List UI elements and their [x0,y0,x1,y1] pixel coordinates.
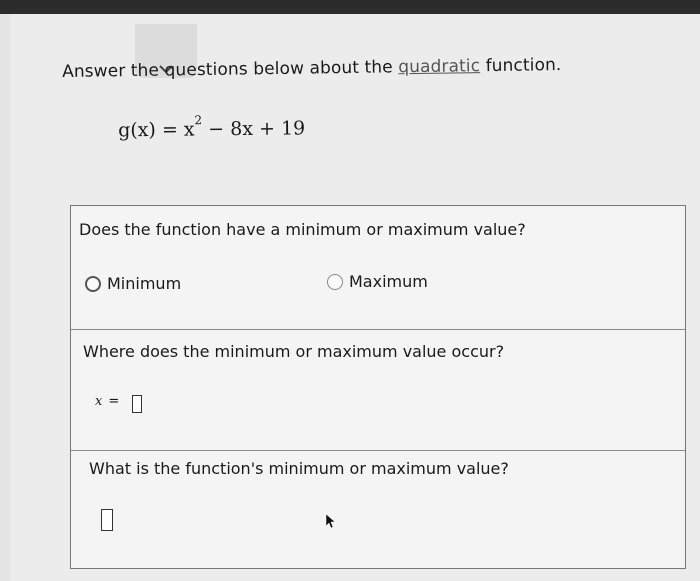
section-divider-1 [71,329,685,330]
value-answer-input[interactable] [101,509,113,531]
question-3-text: What is the function's minimum or maximu… [89,459,509,478]
equation-equals: = [161,118,178,141]
x-variable-label: x [95,394,103,409]
equation-x-term: x [183,118,195,141]
quadratic-link[interactable]: quadratic [398,56,480,77]
maximum-label[interactable]: Maximum [349,272,428,291]
instruction-suffix: function. [485,55,562,77]
x-answer-row: x = [95,394,119,409]
function-equation: g(x) = x2 − 8x + 19 [118,113,306,142]
minimum-label[interactable]: Minimum [107,274,181,293]
equation-exponent: 2 [194,113,203,128]
equation-lhs: g(x) [118,118,156,142]
question-2-text: Where does the minimum or maximum value … [83,342,505,361]
mouse-pointer-icon [325,513,337,533]
minimum-radio[interactable] [85,275,101,292]
section-divider-2 [71,450,685,451]
minimum-option[interactable]: Minimum [85,274,181,293]
x-answer-input[interactable] [132,395,142,413]
top-dark-strip [0,0,700,14]
x-equals-sign: = [108,394,120,409]
question-1-text: Does the function have a minimum or maxi… [79,220,526,239]
equation-rest: − 8x + 19 [208,117,306,141]
maximum-radio[interactable] [327,273,343,290]
maximum-option[interactable]: Maximum [327,272,428,291]
question-panel: Does the function have a minimum or maxi… [70,205,686,569]
